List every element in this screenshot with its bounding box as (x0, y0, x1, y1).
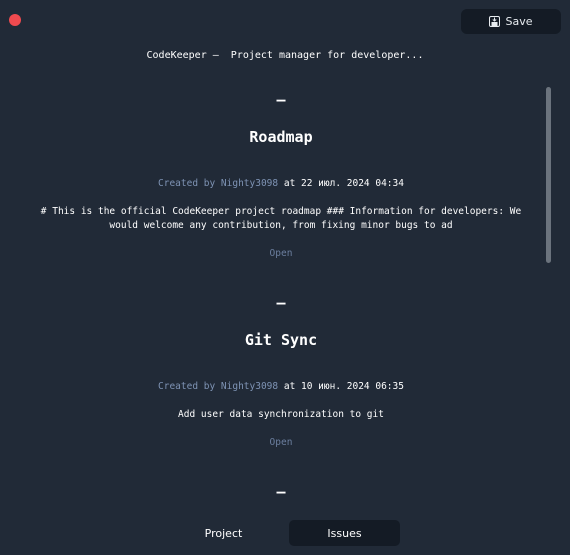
close-window-button[interactable] (9, 14, 21, 26)
issue-author: Created by Nighty3098 (158, 381, 279, 392)
issue-author: Created by Nighty3098 (158, 178, 279, 189)
issue-separator: — (276, 294, 286, 312)
tab-bar: Project Issues (168, 520, 400, 546)
issue-meta: Created by Nighty3098 at 22 июл. 2024 04… (0, 178, 562, 189)
issue-date: at 22 июл. 2024 04:34 (278, 178, 404, 189)
issue-open-link[interactable]: Open (0, 248, 562, 259)
scrollbar[interactable] (546, 87, 551, 263)
save-icon (489, 16, 501, 27)
issue-separator: — (276, 483, 286, 501)
issue-date: at 10 июн. 2024 06:35 (278, 381, 404, 392)
issue-open-link[interactable]: Open (0, 437, 562, 448)
save-button[interactable]: Save (461, 9, 561, 34)
issue-meta: Created by Nighty3098 at 10 июн. 2024 06… (0, 381, 562, 392)
window-title: CodeKeeper — Project manager for develop… (146, 50, 424, 61)
issues-list[interactable]: — Roadmap Created by Nighty3098 at 22 ию… (0, 82, 562, 512)
issue-separator: — (276, 91, 286, 109)
issue-description: Add user data synchronization to git (178, 409, 384, 420)
tab-issues[interactable]: Issues (289, 520, 400, 546)
issue-title: Roadmap (249, 128, 313, 146)
issue-description: # This is the official CodeKeeper projec… (40, 206, 522, 231)
save-button-label: Save (505, 15, 533, 28)
tab-project[interactable]: Project (168, 520, 279, 546)
issue-title: Git Sync (244, 331, 318, 349)
